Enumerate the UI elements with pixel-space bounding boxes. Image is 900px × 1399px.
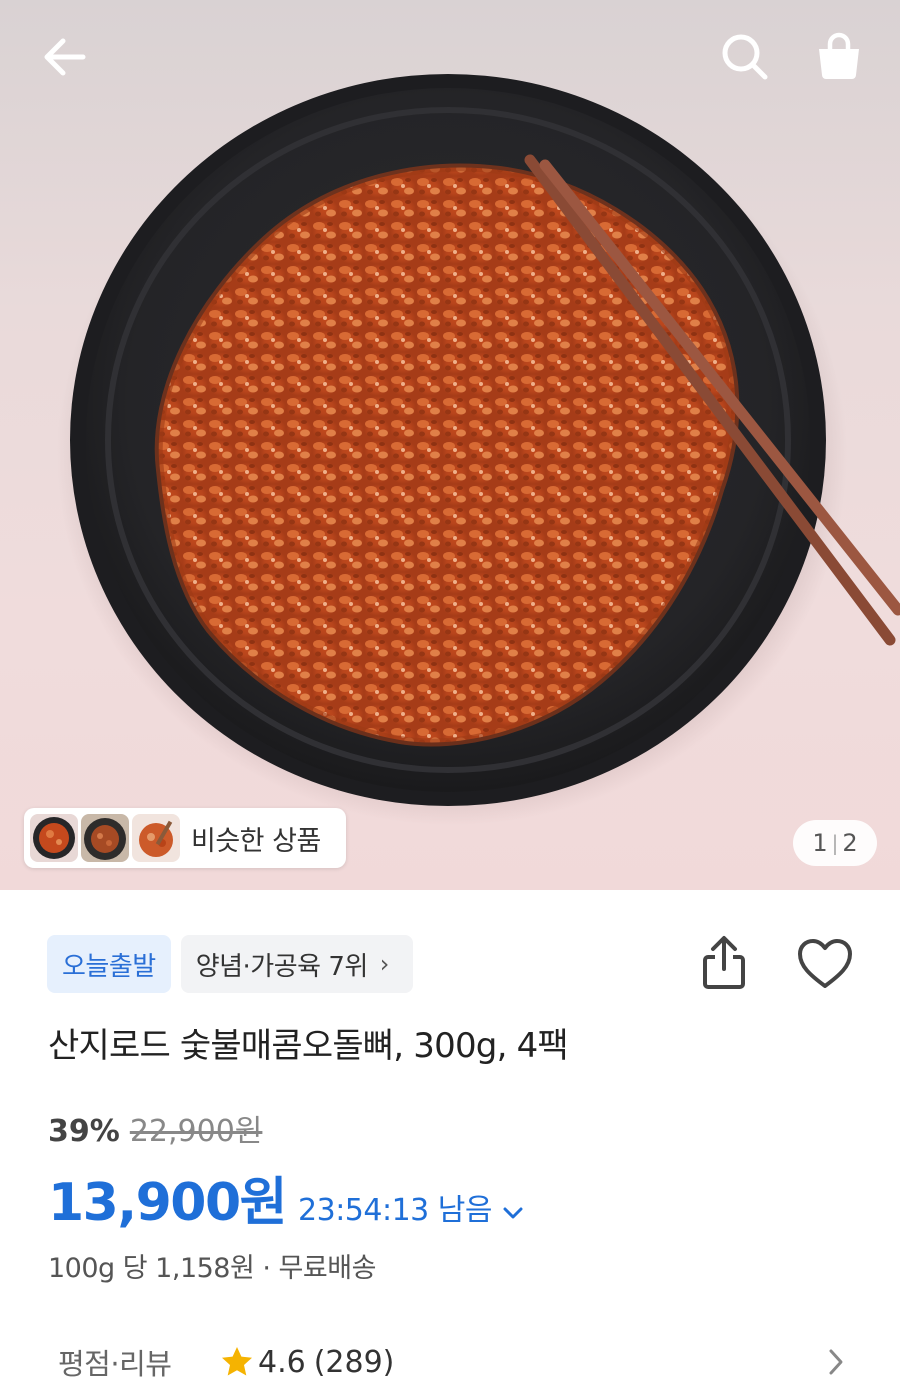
chevron-right-icon [829,1349,843,1375]
cart-bag-icon [819,32,859,79]
unit-price-shipping: 100g 당 1,158원 · 무료배송 [48,1253,376,1284]
timer-expand-button[interactable] [502,1201,524,1226]
today-departure-label: 오늘출발 [62,951,156,982]
search-icon [722,34,768,80]
original-price: 22,900원 [129,1114,263,1149]
sale-price: 13,900원 [48,1173,288,1233]
wishlist-button[interactable] [793,932,857,996]
pager-separator: | [831,831,839,855]
rating-value: 4.6 [258,1344,306,1380]
product-photo [57,74,900,825]
discount-rate: 39% [48,1114,120,1149]
chevron-down-icon [503,1207,523,1219]
star-icon [222,1347,252,1376]
image-pager: 1 | 2 [793,820,877,866]
similar-thumb-1 [30,814,78,862]
search-button[interactable] [710,22,780,92]
similar-products-label: 비슷한 상품 [191,825,321,857]
review-count: (289) [313,1344,395,1380]
share-button[interactable] [696,930,752,996]
price-row: 13,900원 23:54:13 남음 [48,1160,524,1235]
similar-thumb-2 [81,814,129,862]
similar-thumb-3 [132,814,180,862]
pager-current: 1 [812,829,828,857]
share-icon [703,936,745,989]
today-departure-badge: 오늘출발 [47,935,171,993]
heart-icon [798,939,852,988]
rating-summary: 4.6 (289) [220,1345,394,1380]
rating-review-row[interactable]: 평점·리뷰 4.6 (289) [0,1330,900,1394]
category-rank-label: 양념·가공육 7위 [195,951,369,982]
back-arrow-icon [44,38,86,76]
chevron-right-icon: › [379,950,390,978]
badge-row: 오늘출발 양념·가공육 7위 › [47,935,413,993]
product-title: 산지로드 숯불매콤오돌뼈, 300g, 4팩 [48,1026,569,1066]
category-rank-badge[interactable]: 양념·가공육 7위 › [180,935,413,993]
discount-row: 39% 22,900원 [48,1106,262,1150]
product-image-carousel[interactable]: 비슷한 상품 1 | 2 [0,0,900,890]
pager-total: 2 [842,829,858,857]
back-button[interactable] [30,22,100,92]
similar-products-button[interactable]: 비슷한 상품 [24,808,346,868]
deal-timer: 23:54:13 남음 [298,1193,492,1228]
rating-review-label: 평점·리뷰 [58,1347,172,1381]
cart-button[interactable] [804,22,874,92]
